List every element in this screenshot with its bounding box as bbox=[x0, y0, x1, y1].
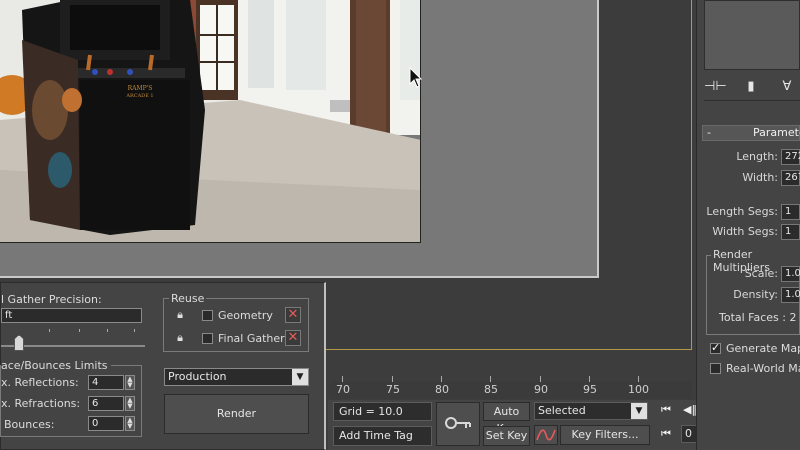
geometry-label: Geometry bbox=[218, 309, 273, 322]
reuse-label: Reuse bbox=[169, 292, 207, 305]
bounces-label: Bounces: bbox=[4, 418, 55, 431]
clear-final-gather-close-icon[interactable]: ✕ bbox=[285, 330, 301, 346]
render-button[interactable]: Render bbox=[164, 394, 309, 434]
clear-geometry-close-icon[interactable]: ✕ bbox=[285, 307, 301, 323]
lock-icon[interactable]: 🔒︎ bbox=[173, 331, 187, 345]
chevron-down-icon[interactable]: ▼ bbox=[292, 369, 308, 385]
generate-mapping-label: Generate Mapp bbox=[726, 342, 800, 355]
preset-dropdown[interactable]: Production bbox=[164, 368, 309, 386]
slider-tick bbox=[107, 329, 108, 332]
key-filters-button[interactable]: Key Filters... bbox=[560, 425, 650, 445]
bounces-spinner[interactable]: ▲ ▼ bbox=[125, 416, 135, 431]
width-field[interactable]: 267 bbox=[781, 170, 800, 186]
collapse-icon: - bbox=[707, 126, 711, 139]
length-label: Length: bbox=[736, 150, 778, 163]
render-settings-dialog: l Gather Precision: ft ace/Bounces Limit… bbox=[0, 282, 326, 450]
timeline-tick-label: 80 bbox=[435, 383, 449, 396]
set-key-mode-button[interactable] bbox=[436, 402, 480, 446]
parameters-rollout-title: Paramete bbox=[753, 126, 800, 139]
final-gather-checkbox[interactable] bbox=[202, 333, 213, 344]
slider-tick bbox=[79, 329, 80, 332]
max-refractions-spinner[interactable]: ▲ ▼ bbox=[125, 396, 135, 411]
slider-tick bbox=[49, 329, 50, 332]
timeline-tick bbox=[638, 376, 639, 382]
timeline-tick bbox=[441, 376, 442, 382]
curve-icon bbox=[536, 429, 556, 441]
width-segs-field[interactable]: 1 bbox=[781, 224, 800, 240]
trace-bounces-label: ace/Bounces Limits bbox=[1, 359, 111, 372]
length-field[interactable]: 272 bbox=[781, 149, 800, 165]
width-segs-label: Width Segs: bbox=[712, 225, 778, 238]
max-reflections-field[interactable]: 4 bbox=[88, 375, 124, 390]
lock-icon[interactable]: 🔒︎ bbox=[173, 308, 187, 322]
scale-label: Scale: bbox=[744, 267, 778, 280]
go-to-start-icon[interactable]: ⏮ bbox=[656, 401, 676, 419]
width-label: Width: bbox=[742, 171, 778, 184]
max-reflections-spinner[interactable]: ▲ ▼ bbox=[125, 375, 135, 390]
precision-slider-handle[interactable] bbox=[14, 335, 24, 351]
real-world-map-checkbox[interactable] bbox=[710, 363, 721, 374]
key-mode-icon[interactable]: ⏮ bbox=[656, 425, 676, 443]
add-time-tag-button[interactable]: Add Time Tag bbox=[333, 426, 432, 446]
max-reflections-label: x. Reflections: bbox=[1, 376, 79, 389]
divider bbox=[704, 100, 800, 101]
command-panel-list-area bbox=[704, 0, 800, 70]
geometry-checkbox[interactable] bbox=[202, 310, 213, 321]
timeline-tick bbox=[540, 376, 541, 382]
selection-set-value: Selected bbox=[538, 404, 586, 417]
timeline-tick-label: 90 bbox=[534, 383, 548, 396]
precision-preset-field[interactable]: ft bbox=[1, 308, 142, 323]
grid-size-display: Grid = 10.0 bbox=[333, 402, 432, 421]
mouse-cursor-icon bbox=[409, 67, 423, 88]
scale-field[interactable]: 1.0 bbox=[781, 266, 800, 282]
timeline-tick bbox=[589, 376, 590, 382]
density-field[interactable]: 1.0 bbox=[781, 287, 800, 303]
timeline-tick bbox=[342, 376, 343, 382]
timeline-tick-label: 95 bbox=[583, 383, 597, 396]
max-refractions-field[interactable]: 6 bbox=[88, 396, 124, 411]
real-world-map-label: Real-World Map bbox=[726, 362, 800, 375]
curve-editor-button[interactable] bbox=[534, 425, 558, 445]
density-label: Density: bbox=[733, 288, 778, 301]
final-gather-label: Final Gather bbox=[218, 332, 285, 345]
final-gather-precision-label: l Gather Precision: bbox=[1, 293, 102, 306]
timeline-tick-label: 100 bbox=[628, 383, 649, 396]
chevron-down-icon[interactable]: ▼ bbox=[631, 403, 647, 419]
pin-stack-icon[interactable]: ⊣⊢ bbox=[704, 76, 727, 98]
set-key-button[interactable]: Set Key bbox=[483, 426, 530, 446]
preset-value: Production bbox=[168, 370, 227, 383]
key-icon bbox=[445, 417, 471, 429]
length-segs-label: Length Segs: bbox=[706, 205, 778, 218]
timeline-tick bbox=[490, 376, 491, 382]
timeline-tick-label: 75 bbox=[386, 383, 400, 396]
parameters-rollout-header[interactable]: - Paramete bbox=[702, 125, 800, 141]
max-refractions-label: x. Refractions: bbox=[1, 397, 81, 410]
timeline-tick bbox=[392, 376, 393, 382]
show-end-result-icon[interactable]: ▮ bbox=[740, 76, 762, 98]
bounces-field[interactable]: 0 bbox=[88, 416, 124, 431]
total-faces-readout: Total Faces : 2 bbox=[719, 311, 797, 324]
timeline-tick-label: 85 bbox=[484, 383, 498, 396]
make-unique-icon[interactable]: ∀ bbox=[776, 76, 798, 98]
generate-mapping-checkbox[interactable] bbox=[710, 341, 721, 354]
slider-tick bbox=[134, 329, 135, 332]
length-segs-field[interactable]: 1 bbox=[781, 204, 800, 220]
timeline-tick-label: 70 bbox=[336, 383, 350, 396]
auto-key-button[interactable]: Auto Key bbox=[483, 402, 530, 435]
